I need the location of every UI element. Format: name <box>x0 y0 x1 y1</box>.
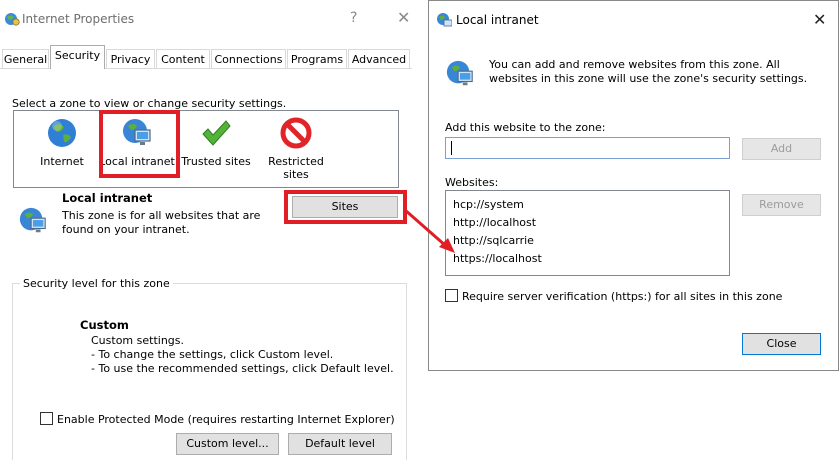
tab-security[interactable]: Security <box>50 45 105 69</box>
annotation-arrow <box>404 208 455 253</box>
